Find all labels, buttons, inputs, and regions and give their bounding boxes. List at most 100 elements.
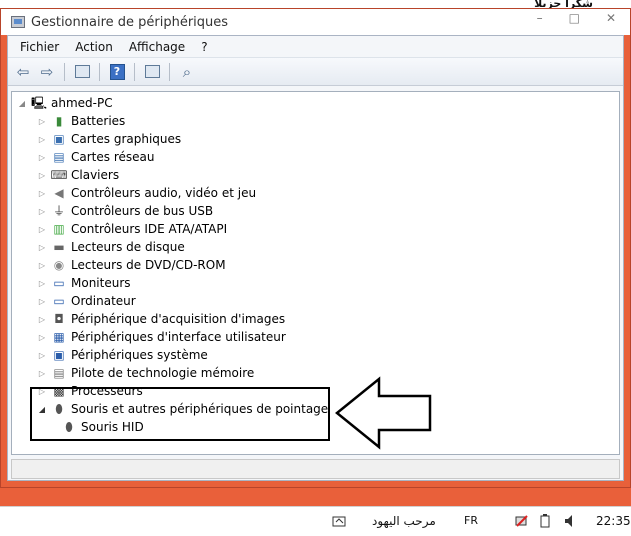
tree-item[interactable]: ▷ ▬ Lecteurs de disque xyxy=(37,238,185,256)
mouse-icon: ⬮ xyxy=(55,402,63,416)
tree-item[interactable]: ▷ ▮ Batteries xyxy=(37,112,125,130)
expand-icon[interactable]: ▷ xyxy=(37,135,47,144)
flag-icon[interactable] xyxy=(332,514,346,528)
expand-icon[interactable]: ▷ xyxy=(37,117,47,126)
expand-icon[interactable]: ▷ xyxy=(37,297,47,306)
forward-button[interactable]: ⇨ xyxy=(36,61,58,83)
help-button[interactable]: ? xyxy=(106,61,128,83)
expand-icon[interactable]: ▷ xyxy=(37,333,47,342)
tree-root[interactable]: ◢ 🖳 ahmed-PC xyxy=(17,94,113,112)
monitor-icon: ▭ xyxy=(53,276,65,290)
tree-item[interactable]: ▷ ⏚ Contrôleurs de bus USB xyxy=(37,202,213,220)
menu-help[interactable]: ? xyxy=(193,40,215,54)
tree-item-label: Contrôleurs de bus USB xyxy=(71,204,214,218)
tree-item-label: Souris et autres périphériques de pointa… xyxy=(71,402,329,416)
toolbar-separator xyxy=(99,62,100,81)
expand-icon[interactable]: ▷ xyxy=(37,153,47,162)
maximize-button[interactable]: □ xyxy=(569,11,580,25)
mouse-icon: ⬮ xyxy=(65,420,73,434)
expand-icon[interactable]: ▷ xyxy=(37,261,47,270)
computer-icon: ▭ xyxy=(53,294,65,308)
expand-icon[interactable]: ▷ xyxy=(37,315,47,324)
display-adapter-icon: ▣ xyxy=(53,132,65,146)
close-button[interactable]: ✕ xyxy=(606,11,616,25)
tree-item-label: Ordinateur xyxy=(71,294,136,308)
properties-button[interactable] xyxy=(141,61,163,83)
minimize-button[interactable]: – xyxy=(537,11,543,25)
collapse-icon[interactable]: ◢ xyxy=(17,99,27,108)
power-icon[interactable] xyxy=(538,514,552,528)
network-icon[interactable] xyxy=(515,514,529,528)
title-bar[interactable]: Gestionnaire de périphériques – □ ✕ xyxy=(1,9,630,35)
status-bar xyxy=(11,459,620,479)
tree-item-label: Processeurs xyxy=(71,384,143,398)
device-manager-window: Gestionnaire de périphériques – □ ✕ Fich… xyxy=(0,8,631,488)
tree-item[interactable]: ▷ ◘ Périphérique d'acquisition d'images xyxy=(37,310,285,328)
tree-root-label: ahmed-PC xyxy=(51,96,113,110)
tree-item-label: Cartes réseau xyxy=(71,150,155,164)
tree-item[interactable]: ▷ ◉ Lecteurs de DVD/CD-ROM xyxy=(37,256,226,274)
window-title: Gestionnaire de périphériques xyxy=(31,14,229,30)
show-hide-tree-button[interactable] xyxy=(71,61,93,83)
toolbar-separator xyxy=(64,62,65,81)
volume-icon[interactable] xyxy=(563,514,577,528)
tree-item-label: Pilote de technologie mémoire xyxy=(71,366,255,380)
dvd-drive-icon: ◉ xyxy=(53,258,65,272)
usb-icon: ⏚ xyxy=(52,204,65,218)
camera-icon: ◘ xyxy=(54,312,64,326)
tree-item-label: Lecteurs de DVD/CD-ROM xyxy=(71,258,226,272)
tree-item[interactable]: ▷ ▤ Cartes réseau xyxy=(37,148,155,166)
tree-child-item[interactable]: ⬮ Souris HID xyxy=(61,418,144,436)
system-device-icon: ▣ xyxy=(53,348,65,362)
menu-affichage[interactable]: Affichage xyxy=(121,40,193,54)
tree-item-label: Contrôleurs IDE ATA/ATAPI xyxy=(71,222,228,236)
tree-item-label: Moniteurs xyxy=(71,276,131,290)
tree-item[interactable]: ▷ ▣ Périphériques système xyxy=(37,346,208,364)
tree-item[interactable]: ▷ ▦ Périphériques d'interface utilisateur xyxy=(37,328,286,346)
menu-fichier[interactable]: Fichier xyxy=(12,40,67,54)
device-manager-icon xyxy=(11,16,25,28)
back-arrow-icon: ⇦ xyxy=(16,62,30,81)
tree-item-label: Batteries xyxy=(71,114,126,128)
expand-icon[interactable]: ▷ xyxy=(37,243,47,252)
help-icon: ? xyxy=(109,63,125,80)
clock[interactable]: 22:35 xyxy=(596,514,631,528)
disk-drive-icon: ▬ xyxy=(53,240,65,254)
tree-child-label: Souris HID xyxy=(81,420,144,434)
tree-item[interactable]: ▷ ▭ Moniteurs xyxy=(37,274,131,292)
expand-icon[interactable]: ▷ xyxy=(37,189,47,198)
tree-item[interactable]: ▷ ▥ Contrôleurs IDE ATA/ATAPI xyxy=(37,220,227,238)
menu-bar: Fichier Action Affichage ? xyxy=(8,36,623,58)
menu-action[interactable]: Action xyxy=(67,40,121,54)
taskbar: مرحب اليهود FR 22:35 xyxy=(0,506,631,536)
expand-icon[interactable]: ▷ xyxy=(37,351,47,360)
tree-item[interactable]: ▷ ◀ Contrôleurs audio, vidéo et jeu xyxy=(37,184,256,202)
tree-item[interactable]: ▷ ▩ Processeurs xyxy=(37,382,143,400)
back-button[interactable]: ⇦ xyxy=(12,61,34,83)
device-tree[interactable]: ◢ 🖳 ahmed-PC ▷ ▮ Batteries ▷ ▣ Cartes graphiq… xyxy=(11,91,620,455)
tree-item[interactable]: ▷ ⌨ Claviers xyxy=(37,166,119,184)
tree-item[interactable]: ▷ ▭ Ordinateur xyxy=(37,292,136,310)
expand-icon[interactable]: ▷ xyxy=(37,207,47,216)
ide-controller-icon: ▥ xyxy=(53,222,65,236)
expand-icon[interactable]: ▷ xyxy=(37,279,47,288)
expand-icon[interactable]: ▷ xyxy=(37,225,47,234)
computer-icon: 🖳 xyxy=(31,96,48,110)
scan-hardware-icon: ⌕ xyxy=(182,62,192,81)
expand-icon[interactable]: ▷ xyxy=(37,171,47,180)
hid-icon: ▦ xyxy=(53,330,65,344)
tree-item[interactable]: ▷ ▤ Pilote de technologie mémoire xyxy=(37,364,254,382)
forward-arrow-icon: ⇨ xyxy=(40,62,54,81)
battery-icon: ▮ xyxy=(55,114,63,128)
expand-icon[interactable]: ▷ xyxy=(37,387,47,396)
processor-icon: ▩ xyxy=(53,384,65,398)
expand-icon[interactable]: ▷ xyxy=(37,369,47,378)
tree-item[interactable]: ▷ ▣ Cartes graphiques xyxy=(37,130,181,148)
tree-item-label: Périphériques système xyxy=(71,348,208,362)
toolbar: ⇦ ⇨ ? ⌕ xyxy=(8,58,623,86)
collapse-icon[interactable]: ◢ xyxy=(37,405,47,414)
language-indicator[interactable]: FR xyxy=(464,514,478,527)
keyboard-icon: ⌨ xyxy=(50,168,68,182)
scan-hardware-button[interactable]: ⌕ xyxy=(176,61,198,83)
tree-item[interactable]: ◢ ⬮ Souris et autres périphériques de poin… xyxy=(37,400,328,418)
